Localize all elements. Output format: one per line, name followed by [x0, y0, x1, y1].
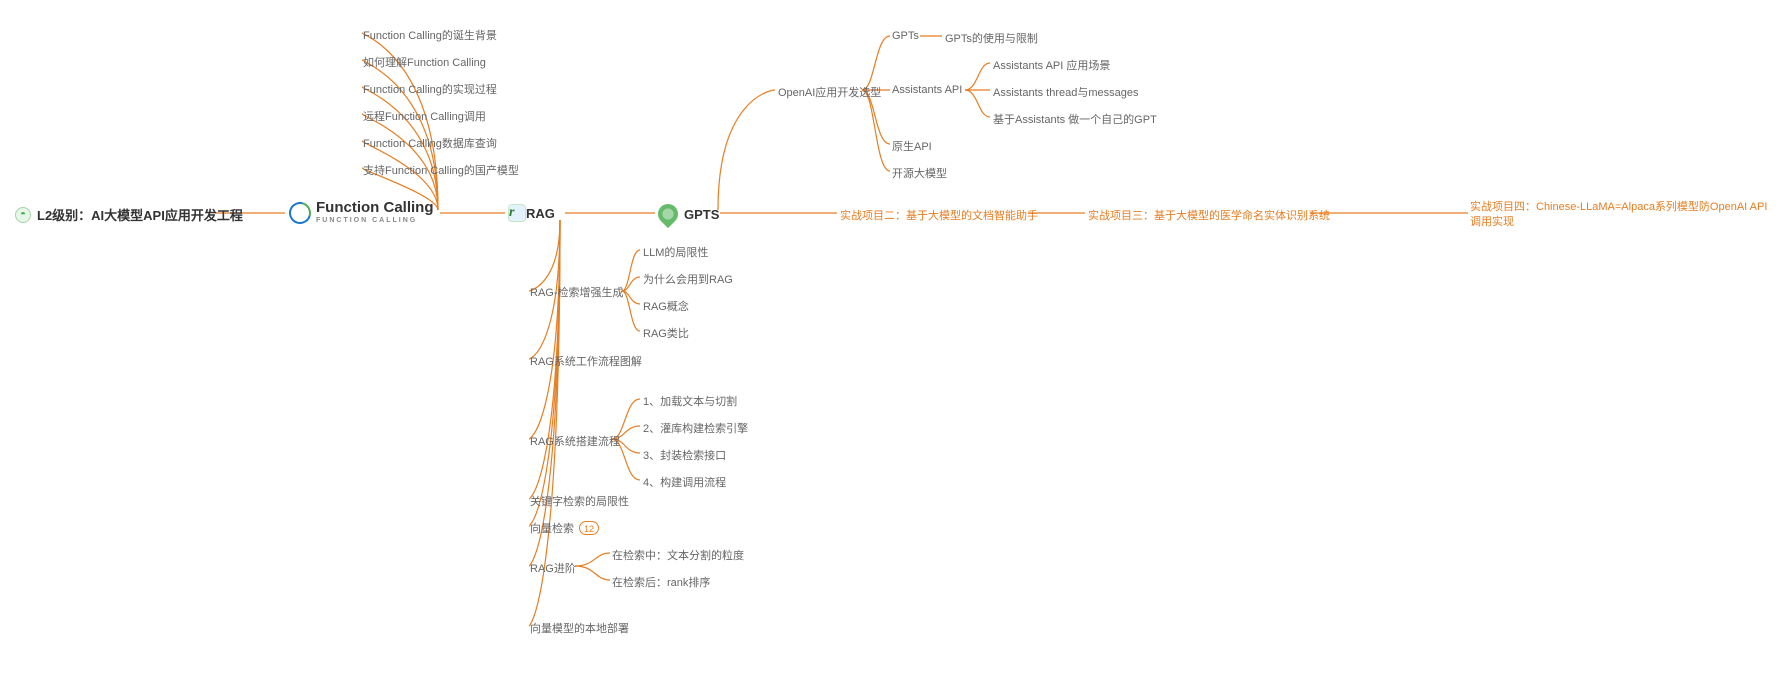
vector-badge: 12 — [579, 521, 599, 535]
rag-g3-1[interactable]: 在检索后：rank排序 — [612, 574, 710, 590]
rag-node[interactable]: r RAG — [508, 204, 555, 222]
fc-child-5[interactable]: 支持Function Calling的国产模型 — [363, 162, 519, 178]
fc-child-0[interactable]: Function Calling的诞生背景 — [363, 27, 497, 43]
rag-g2-0[interactable]: 1、加载文本与切割 — [643, 393, 737, 409]
gpts-label: GPTS — [684, 207, 719, 222]
openai-node[interactable]: OpenAI应用开发选型 — [778, 84, 881, 100]
fc-child-3[interactable]: 远程Function Calling调用 — [363, 108, 486, 124]
fc-sublabel: FUNCTION CALLING — [316, 217, 434, 225]
opensource[interactable]: 开源大模型 — [892, 165, 947, 181]
rag-flow[interactable]: RAG系统工作流程图解 — [530, 353, 642, 369]
rag-keyword[interactable]: 关键字检索的局限性 — [530, 493, 629, 509]
rag-g1-0[interactable]: LLM的局限性 — [643, 244, 708, 260]
rag-vector[interactable]: 向量检索 12 — [530, 520, 599, 536]
function-calling-node[interactable]: Function Calling FUNCTION CALLING — [288, 200, 434, 224]
gpts-sub[interactable]: GPTs — [892, 30, 919, 42]
rag-g1-3[interactable]: RAG类比 — [643, 325, 689, 341]
fc-child-4[interactable]: Function Calling数据库查询 — [363, 135, 497, 151]
fc-label: Function Calling — [316, 200, 434, 217]
rag-g2-2[interactable]: 3、封装检索接口 — [643, 447, 726, 463]
rag-icon: r — [508, 204, 526, 222]
gpts-sub-child[interactable]: GPTs的使用与限制 — [945, 30, 1038, 46]
native-api[interactable]: 原生API — [892, 138, 932, 154]
root-icon: ◓ — [15, 207, 31, 223]
fc-child-2[interactable]: Function Calling的实现过程 — [363, 81, 497, 97]
rag-g1-1[interactable]: 为什么会用到RAG — [643, 271, 733, 287]
rag-group3[interactable]: RAG进阶 — [530, 560, 576, 576]
rag-g2-3[interactable]: 4、构建调用流程 — [643, 474, 726, 490]
root-node[interactable]: ◓ L2级别：AI大模型API应用开发工程 — [15, 205, 243, 224]
rag-g2-1[interactable]: 2、灌库构建检索引擎 — [643, 420, 748, 436]
assist-0[interactable]: Assistants API 应用场景 — [993, 57, 1110, 73]
rag-label: RAG — [526, 206, 555, 221]
gpts-node[interactable]: GPTS — [658, 204, 719, 224]
assist-1[interactable]: Assistants thread与messages — [993, 84, 1139, 100]
rag-g1-2[interactable]: RAG概念 — [643, 298, 689, 314]
fc-icon — [288, 201, 310, 223]
root-label: L2级别：AI大模型API应用开发工程 — [37, 205, 243, 224]
assist-2[interactable]: 基于Assistants 做一个自己的GPT — [993, 111, 1157, 127]
assistants-node[interactable]: Assistants API — [892, 84, 962, 96]
project-3[interactable]: 实战项目三：基于大模型的医学命名实体识别系统 — [1088, 207, 1330, 223]
rag-group2[interactable]: RAG系统搭建流程 — [530, 433, 620, 449]
project-2[interactable]: 实战项目二：基于大模型的文档智能助手 — [840, 207, 1038, 223]
gpts-icon — [654, 200, 682, 228]
rag-deploy[interactable]: 向量模型的本地部署 — [530, 620, 629, 636]
project-4[interactable]: 实战项目四：Chinese-LLaMA=Alpaca系列模型防OpenAI AP… — [1470, 200, 1770, 231]
fc-child-1[interactable]: 如何理解Function Calling — [363, 54, 486, 70]
rag-group1[interactable]: RAG-检索增强生成 — [530, 284, 624, 300]
rag-g3-0[interactable]: 在检索中：文本分割的粒度 — [612, 547, 744, 563]
